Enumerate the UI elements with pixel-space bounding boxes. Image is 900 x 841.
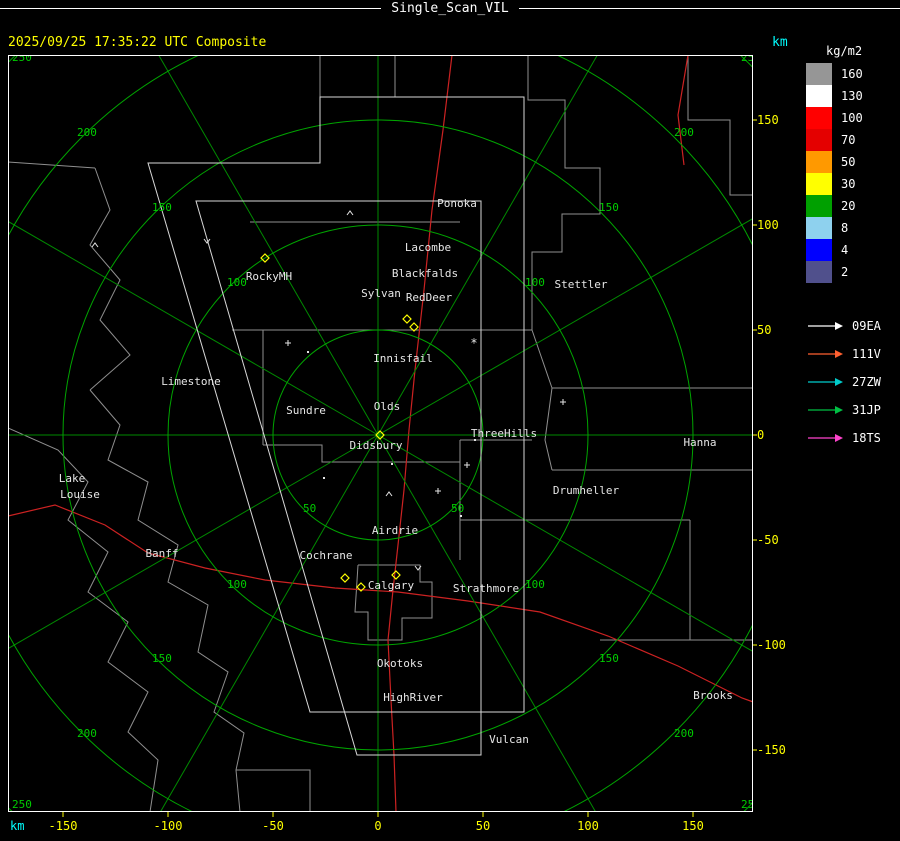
radar-map: 100 150 200 250 100 150 200 250 50 100 150 200 250 50… [8,51,761,817]
city-label: Vulcan [489,733,529,746]
svg-text:50: 50 [451,502,464,515]
svg-text:200: 200 [77,126,97,139]
city-label: Okotoks [377,657,423,670]
city-label: Cochrane [300,549,353,562]
city-label: Airdrie [372,524,418,537]
city-label: Hanna [683,436,716,449]
city-label: Strathmore [453,582,519,595]
svg-text:150: 150 [599,201,619,214]
city-label: Sylvan [361,287,401,300]
city-label: Innisfail [373,352,433,365]
city-label: Ponoka [437,197,477,210]
svg-text:50: 50 [303,502,316,515]
city-label: Didsbury [350,439,403,452]
city-label: Blackfalds [392,267,458,280]
map-content: 100 150 200 250 100 150 200 250 50 100 150 200 250 50… [8,51,761,812]
city-label: Olds [374,400,401,413]
azimuth-radials [8,55,753,812]
city-label: Sundre [286,404,326,417]
range-rings [8,55,753,812]
city-label: ThreeHills [471,427,537,440]
city-label: HighRiver [383,691,443,704]
svg-text:200: 200 [674,126,694,139]
city-label: RedDeer [406,291,453,304]
city-label: Lake [59,472,86,485]
svg-text:250: 250 [12,798,32,811]
svg-text:250: 250 [741,51,761,64]
svg-text:250: 250 [741,798,761,811]
city-label: Drumheller [553,484,620,497]
svg-text:150: 150 [152,201,172,214]
city-label: Stettler [555,278,608,291]
svg-text:100: 100 [525,276,545,289]
svg-text:150: 150 [152,652,172,665]
town-marks: * [91,210,566,571]
city-label: Louise [60,488,100,501]
city-label: Calgary [368,579,415,592]
svg-text:200: 200 [77,727,97,740]
city-label: Lacombe [405,241,451,254]
radar-site-diamonds [260,253,419,592]
svg-text:100: 100 [525,578,545,591]
svg-text:200: 200 [674,727,694,740]
svg-text:100: 100 [227,578,247,591]
svg-text:100: 100 [227,276,247,289]
city-label: Banff [145,547,178,560]
city-label: Limestone [161,375,221,388]
svg-text:*: * [470,336,477,350]
city-label: RockyMH [246,270,292,283]
svg-text:150: 150 [599,652,619,665]
svg-text:250: 250 [12,51,32,64]
city-label: Brooks [693,689,733,702]
